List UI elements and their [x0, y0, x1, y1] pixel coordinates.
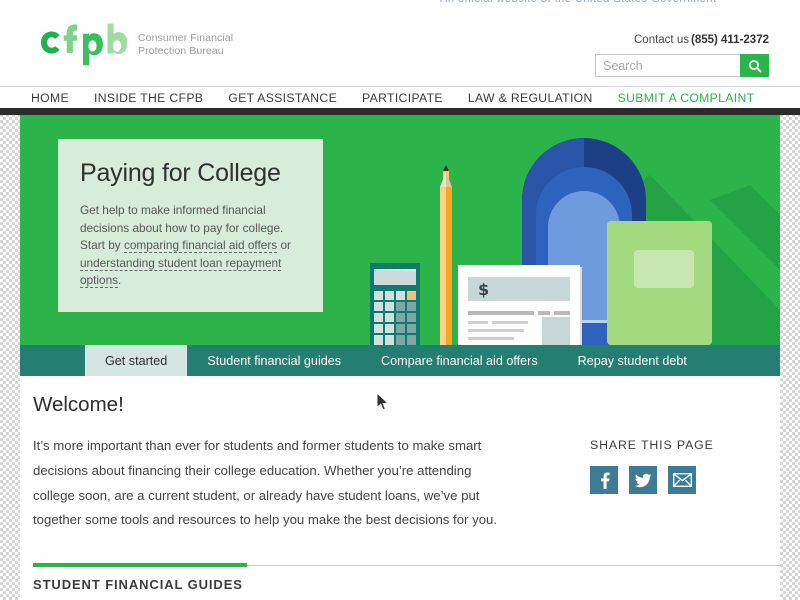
magnifier-icon	[748, 59, 762, 73]
share-icon-list	[590, 466, 714, 494]
school-supplies-illustration: $	[370, 138, 780, 345]
email-icon	[672, 473, 692, 487]
share-panel: SHARE THIS PAGE	[590, 438, 714, 494]
mouse-cursor	[376, 392, 390, 411]
page-root: An official website of the United States…	[0, 0, 800, 600]
tab-compare-financial-aid-offers[interactable]: Compare financial aid offers	[361, 345, 558, 376]
search-form	[595, 54, 769, 77]
site-logo[interactable]: Consumer Financial Protection Bureau	[31, 21, 233, 69]
search-button[interactable]	[740, 54, 769, 77]
contact-phone[interactable]: (855) 411-2372	[691, 34, 769, 46]
logo-tagline: Consumer Financial Protection Bureau	[138, 32, 234, 57]
hero-link-compare-offers[interactable]: comparing financial aid offers	[123, 238, 278, 253]
share-twitter-button[interactable]	[629, 466, 657, 494]
hero-link-understanding-repayment[interactable]: understanding student loan repayment opt…	[80, 255, 282, 288]
tab-student-financial-guides[interactable]: Student financial guides	[187, 345, 361, 376]
share-facebook-button[interactable]	[590, 466, 618, 494]
svg-text:$: $	[478, 280, 489, 299]
nav-item-submit-a-complaint[interactable]: SUBMIT A COMPLAINT	[618, 91, 755, 105]
welcome-paragraph: It’s more important than ever for studen…	[33, 438, 498, 528]
nav-item-home[interactable]: HOME	[31, 91, 69, 105]
cfpb-logo-icon	[41, 23, 127, 66]
facebook-icon	[600, 471, 610, 489]
section-tabs: Get started Student financial guides Com…	[20, 345, 780, 376]
contact-label: Contact us	[634, 34, 689, 46]
utility-strip: An official website of the United States…	[0, 0, 800, 7]
tab-get-started[interactable]: Get started	[85, 345, 188, 376]
hero-title: Paying for College	[80, 159, 281, 187]
main-navigation: HOME INSIDE THE CFPB GET ASSISTANCE PART…	[0, 86, 800, 108]
tab-repay-student-debt[interactable]: Repay student debt	[558, 345, 707, 376]
nav-item-participate[interactable]: PARTICIPATE	[362, 91, 443, 105]
hero-card: Paying for College Get help to make info…	[58, 139, 323, 312]
section-heading-student-financial-guides: STUDENT FINANCIAL GUIDES	[33, 577, 243, 592]
site-header: Consumer Financial Protection Bureau Con…	[0, 7, 800, 86]
utility-strip-text: An official website of the United States…	[440, 0, 717, 5]
hero-banner: $ Paying for College Get help to make in…	[20, 115, 780, 345]
page-title: Welcome!	[33, 393, 124, 416]
hero-text-3: .	[118, 273, 122, 287]
share-email-button[interactable]	[668, 466, 696, 494]
search-input[interactable]	[595, 54, 740, 77]
contact-info: Contact us (855) 411-2372	[634, 34, 769, 46]
header-dark-rule	[0, 108, 800, 115]
share-heading: SHARE THIS PAGE	[590, 438, 714, 452]
nav-item-law-and-regulation[interactable]: LAW & REGULATION	[468, 91, 593, 105]
twitter-icon	[634, 473, 652, 487]
hero-text-2: or	[277, 238, 291, 252]
section-rule-accent	[33, 563, 247, 567]
nav-item-inside-the-cfpb[interactable]: INSIDE THE CFPB	[94, 91, 203, 105]
hero-description: Get help to make informed financial deci…	[80, 202, 301, 290]
main-content: Welcome! It’s more important than ever f…	[20, 376, 782, 600]
nav-item-get-assistance[interactable]: GET ASSISTANCE	[228, 91, 337, 105]
